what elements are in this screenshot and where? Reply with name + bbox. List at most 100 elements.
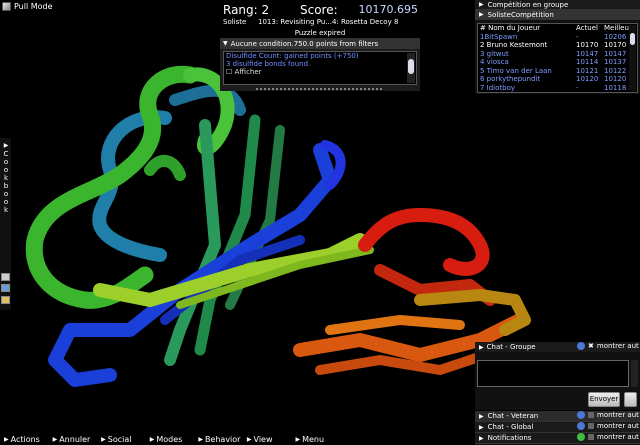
leaderboard-row[interactable]: 5 Timo van der Laan 10121 10122 — [478, 67, 637, 76]
leaderboard-scrollbar[interactable] — [629, 25, 636, 91]
solo-competition-tab[interactable]: ▶ SolisteCompétition — [475, 10, 640, 20]
conditions-scrollbar[interactable] — [407, 53, 415, 83]
pull-mode-icon — [2, 2, 11, 11]
rank-label: Rang: 2 — [223, 3, 270, 17]
menu-label: View — [253, 434, 273, 444]
player-name: 3 gitwut — [480, 49, 509, 58]
menu-behavior[interactable]: ▶ Behavior — [198, 435, 243, 444]
chat-group-header[interactable]: ▶ Chat - Groupe ✖ montrer aut — [475, 342, 640, 352]
info-icon[interactable] — [577, 411, 585, 419]
leaderboard-row[interactable]: 4 viosca 10114 10137 — [478, 58, 637, 67]
current-score: 10120 — [576, 75, 599, 83]
show-auto-label: montrer aut — [597, 422, 639, 430]
info-icon[interactable] — [577, 342, 585, 350]
menu-modes[interactable]: ▶ Modes — [150, 435, 195, 444]
puzzle-title: 1013: Revisiting Pu...4: Rosetta Decoy 8 — [258, 18, 399, 26]
notifications-label: Notifications — [487, 434, 532, 442]
cookbook-tab[interactable]: ▶ C o o k b o o k — [0, 138, 11, 310]
expand-triangle-icon: ▶ — [479, 11, 484, 18]
show-auto-label: montrer aut — [597, 411, 639, 419]
leaderboard: # Nom du Joueur Actuel Meilleur 1BitSpaw… — [477, 23, 638, 93]
folder-icon[interactable] — [1, 284, 10, 292]
best-score: 10206 — [604, 32, 627, 41]
expand-triangle-icon: ▶ — [198, 435, 203, 443]
leaderboard-row[interactable]: 3 gitwut 10147 10147 — [478, 50, 637, 59]
chat-global-label: Chat - Global — [487, 423, 534, 431]
cookbook-letter: o — [3, 198, 9, 206]
expand-triangle-icon: ▶ — [295, 435, 301, 443]
menu-view[interactable]: ▶ View — [247, 435, 292, 444]
expand-triangle-icon: ▶ — [246, 435, 252, 443]
column-header: Actuel — [576, 24, 598, 32]
chat-message-input[interactable] — [477, 360, 629, 387]
scroll-thumb[interactable] — [630, 33, 635, 45]
column-header: Meilleur — [604, 24, 632, 32]
show-auto-label: montrer aut — [596, 342, 639, 350]
best-score: 10120 — [604, 75, 627, 83]
cookbook-letter: o — [3, 166, 9, 174]
menu-social[interactable]: ▶ Social — [101, 435, 146, 444]
scroll-thumb[interactable] — [408, 59, 414, 74]
checkbox[interactable] — [588, 423, 594, 429]
leaderboard-row[interactable]: 1BitSpawn - 10206 — [478, 33, 637, 42]
expand-triangle-icon: ▶ — [101, 435, 106, 443]
player-name: 7 Idiotboy — [480, 83, 516, 92]
notifications-tab[interactable]: ▶ Notifications montrer aut — [475, 433, 640, 444]
chat-veteran-tab[interactable]: ▶ Chat - Veteran montrer aut — [475, 411, 640, 422]
panel-resize-grip[interactable] — [256, 88, 384, 90]
group-competition-tab[interactable]: ▶ Compétition en groupe — [475, 0, 640, 10]
menu-label: Menu — [302, 434, 325, 444]
expand-triangle-icon: ▶ — [479, 1, 484, 8]
menu-main[interactable]: ▶ Menu — [295, 435, 340, 444]
menu-label: Modes — [156, 434, 183, 444]
current-score: 10121 — [576, 66, 599, 75]
cookbook-letter: k — [3, 206, 9, 214]
send-button[interactable]: Envoyer — [588, 392, 620, 407]
clock-icon[interactable] — [624, 392, 637, 407]
menu-label: Behavior — [204, 434, 241, 444]
status-icon[interactable] — [577, 433, 585, 441]
info-icon[interactable] — [577, 422, 585, 430]
condition-line: 3 disulfide bonds found. — [226, 60, 311, 68]
checkbox[interactable] — [588, 434, 594, 440]
current-score: - — [576, 32, 579, 41]
cookbook-letter: b — [3, 182, 9, 190]
conditions-header[interactable]: ▼ Aucune condition.750.0 points from fil… — [220, 38, 420, 49]
player-name: 1BitSpawn — [480, 32, 518, 41]
recipe-icon[interactable] — [1, 273, 10, 281]
cookbook-letter: o — [3, 190, 9, 198]
current-score: - — [576, 83, 579, 92]
cookbook-letter: C — [3, 150, 9, 158]
condition-line: Disulfide Count: gained points (+750) — [226, 52, 359, 60]
cookbook-letter: k — [3, 174, 9, 182]
conditions-list: Disulfide Count: gained points (+750) 3 … — [223, 51, 417, 85]
competition-panel: ▶ Compétition en groupe ▶ SolisteCompéti… — [475, 0, 640, 94]
script-icon[interactable] — [1, 296, 10, 304]
conditions-header-label: Aucune condition.750.0 points from filte… — [230, 39, 379, 48]
score-panel: Rang: 2 Score: 10170.695 Soliste 1013: R… — [220, 0, 420, 91]
pull-mode-toggle[interactable]: Pull Mode — [2, 2, 53, 11]
menu-actions[interactable]: ▶ Actions — [4, 435, 49, 444]
collapse-triangle-icon: ▼ — [223, 40, 228, 47]
expand-triangle-icon: ▶ — [52, 435, 58, 443]
leaderboard-row[interactable]: 7 Idiotboy - 10118 — [478, 84, 637, 93]
leaderboard-row[interactable]: 6 porkythepundit 10120 10120 — [478, 75, 637, 84]
expand-triangle-icon: ▶ — [4, 435, 9, 443]
close-icon[interactable]: ✖ — [588, 342, 594, 350]
show-conditions-link[interactable]: ☐ Afficher — [224, 68, 416, 76]
checkbox[interactable] — [588, 412, 594, 418]
leaderboard-row[interactable]: 2 Bruno Kestemont 10170 10170 — [478, 41, 637, 50]
best-score: 10147 — [604, 49, 627, 58]
chat-global-tab[interactable]: ▶ Chat - Global montrer aut — [475, 422, 640, 433]
expand-triangle-icon: ▶ — [479, 434, 484, 442]
menu-undo[interactable]: ▶ Annuler — [53, 435, 98, 444]
expand-triangle-icon: ▶ — [3, 142, 9, 149]
player-name: 6 porkythepundit — [480, 75, 541, 83]
chat-scrollbar[interactable] — [631, 360, 638, 387]
expand-triangle-icon: ▶ — [479, 412, 484, 420]
chat-veteran-label: Chat - Veteran — [487, 412, 539, 420]
player-name: 2 Bruno Kestemont — [480, 41, 548, 49]
expand-triangle-icon: ▶ — [149, 435, 155, 443]
best-score: 10118 — [604, 83, 627, 92]
best-score: 10122 — [604, 66, 627, 75]
